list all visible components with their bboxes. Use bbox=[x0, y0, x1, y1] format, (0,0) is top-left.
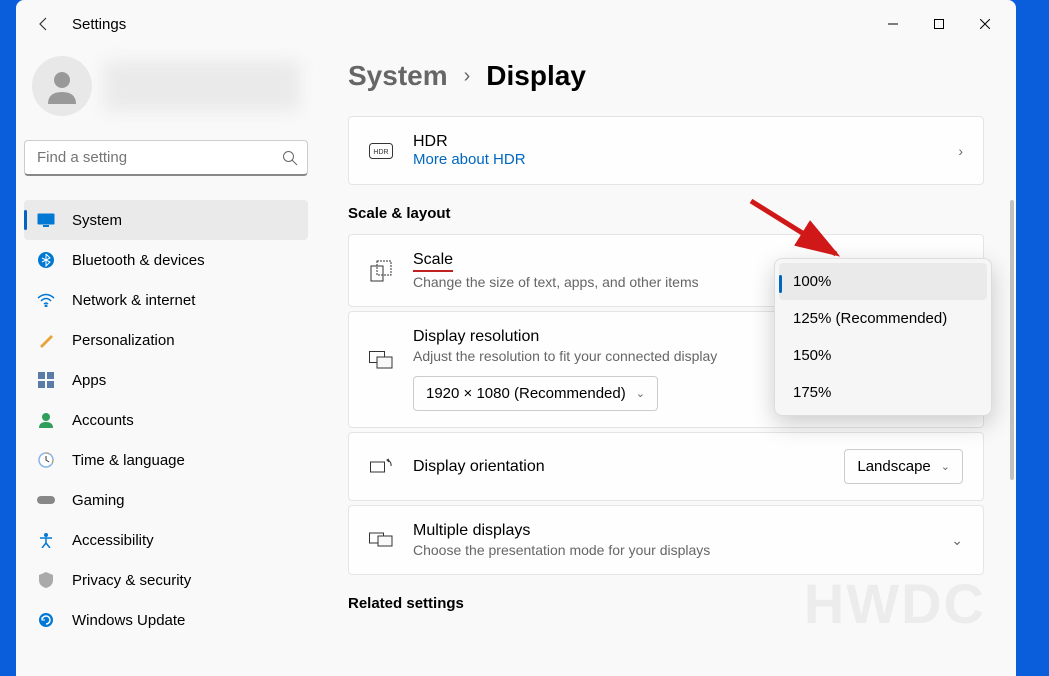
brush-icon bbox=[36, 330, 56, 350]
nav-label: Personalization bbox=[72, 332, 175, 349]
resolution-select[interactable]: 1920 × 1080 (Recommended) ⌄ bbox=[413, 376, 658, 411]
hdr-card[interactable]: HDR HDR More about HDR › bbox=[348, 116, 984, 185]
chevron-down-icon: ⌄ bbox=[941, 460, 950, 473]
titlebar: Settings bbox=[16, 0, 1016, 48]
section-related: Related settings bbox=[348, 595, 984, 612]
scale-option-125[interactable]: 125% (Recommended) bbox=[779, 300, 987, 337]
nav-item-personalization[interactable]: Personalization bbox=[24, 320, 308, 360]
orientation-select[interactable]: Landscape ⌄ bbox=[844, 449, 963, 484]
minimize-icon bbox=[888, 19, 898, 29]
nav-item-time[interactable]: Time & language bbox=[24, 440, 308, 480]
settings-window: Settings Syst bbox=[16, 0, 1016, 676]
gamepad-icon bbox=[36, 490, 56, 510]
hdr-link[interactable]: More about HDR bbox=[413, 151, 958, 168]
nav-item-privacy[interactable]: Privacy & security bbox=[24, 560, 308, 600]
nav-item-accessibility[interactable]: Accessibility bbox=[24, 520, 308, 560]
chevron-down-icon: ⌄ bbox=[636, 387, 645, 400]
nav-label: System bbox=[72, 212, 122, 229]
multiple-displays-icon bbox=[369, 528, 393, 552]
user-block[interactable] bbox=[24, 48, 308, 124]
svg-text:HDR: HDR bbox=[373, 149, 388, 156]
nav-item-accounts[interactable]: Accounts bbox=[24, 400, 308, 440]
scrollbar-thumb[interactable] bbox=[1010, 200, 1014, 480]
chevron-right-icon: › bbox=[464, 65, 471, 88]
multiple-sub: Choose the presentation mode for your di… bbox=[413, 542, 951, 558]
scrollbar[interactable] bbox=[1010, 110, 1014, 630]
close-icon bbox=[980, 19, 990, 29]
app-title: Settings bbox=[72, 16, 126, 33]
accessibility-icon bbox=[36, 530, 56, 550]
multiple-title: Multiple displays bbox=[413, 522, 951, 540]
breadcrumb: System › Display bbox=[348, 60, 984, 92]
apps-icon bbox=[36, 370, 56, 390]
window-controls bbox=[870, 8, 1008, 40]
scale-icon bbox=[369, 259, 393, 283]
nav-label: Time & language bbox=[72, 452, 185, 469]
breadcrumb-current: Display bbox=[486, 60, 586, 92]
maximize-button[interactable] bbox=[916, 8, 962, 40]
avatar bbox=[32, 56, 92, 116]
section-scale-layout: Scale & layout bbox=[348, 205, 984, 222]
nav-label: Windows Update bbox=[72, 612, 185, 629]
maximize-icon bbox=[934, 19, 944, 29]
nav-item-bluetooth[interactable]: Bluetooth & devices bbox=[24, 240, 308, 280]
multiple-displays-card[interactable]: Multiple displays Choose the presentatio… bbox=[348, 505, 984, 575]
wifi-icon bbox=[36, 290, 56, 310]
orientation-title: Display orientation bbox=[413, 458, 844, 476]
breadcrumb-parent[interactable]: System bbox=[348, 60, 448, 92]
back-button[interactable] bbox=[24, 4, 64, 44]
person-icon bbox=[42, 66, 82, 106]
nav-label: Apps bbox=[72, 372, 106, 389]
minimize-button[interactable] bbox=[870, 8, 916, 40]
scale-option-150[interactable]: 150% bbox=[779, 337, 987, 374]
search-input[interactable] bbox=[24, 140, 308, 176]
clock-icon bbox=[36, 450, 56, 470]
nav-label: Accounts bbox=[72, 412, 134, 429]
chevron-right-icon: › bbox=[958, 143, 963, 159]
close-button[interactable] bbox=[962, 8, 1008, 40]
sidebar: System Bluetooth & devices Network & int… bbox=[16, 48, 316, 676]
scale-dropdown: 100% 125% (Recommended) 150% 175% bbox=[774, 258, 992, 416]
nav-label: Gaming bbox=[72, 492, 125, 509]
scale-option-100[interactable]: 100% bbox=[779, 263, 987, 300]
nav-item-update[interactable]: Windows Update bbox=[24, 600, 308, 640]
orientation-icon bbox=[369, 455, 393, 479]
nav-label: Privacy & security bbox=[72, 572, 191, 589]
orientation-value: Landscape bbox=[857, 458, 930, 475]
shield-icon bbox=[36, 570, 56, 590]
nav-item-network[interactable]: Network & internet bbox=[24, 280, 308, 320]
nav-label: Accessibility bbox=[72, 532, 154, 549]
nav-item-apps[interactable]: Apps bbox=[24, 360, 308, 400]
nav-item-system[interactable]: System bbox=[24, 200, 308, 240]
nav-label: Network & internet bbox=[72, 292, 195, 309]
nav-list: System Bluetooth & devices Network & int… bbox=[24, 200, 308, 640]
search-icon bbox=[282, 150, 298, 166]
resolution-value: 1920 × 1080 (Recommended) bbox=[426, 385, 626, 402]
back-arrow-icon bbox=[36, 16, 52, 32]
bluetooth-icon bbox=[36, 250, 56, 270]
hdr-icon: HDR bbox=[369, 139, 393, 163]
update-icon bbox=[36, 610, 56, 630]
person-icon bbox=[36, 410, 56, 430]
scale-option-175[interactable]: 175% bbox=[779, 374, 987, 411]
chevron-down-icon: ⌄ bbox=[951, 532, 963, 549]
resolution-icon bbox=[369, 348, 393, 372]
nav-label: Bluetooth & devices bbox=[72, 252, 205, 269]
hdr-title: HDR bbox=[413, 133, 958, 151]
user-info-redacted bbox=[104, 61, 300, 111]
orientation-card: Display orientation Landscape ⌄ bbox=[348, 432, 984, 501]
monitor-icon bbox=[36, 210, 56, 230]
nav-item-gaming[interactable]: Gaming bbox=[24, 480, 308, 520]
